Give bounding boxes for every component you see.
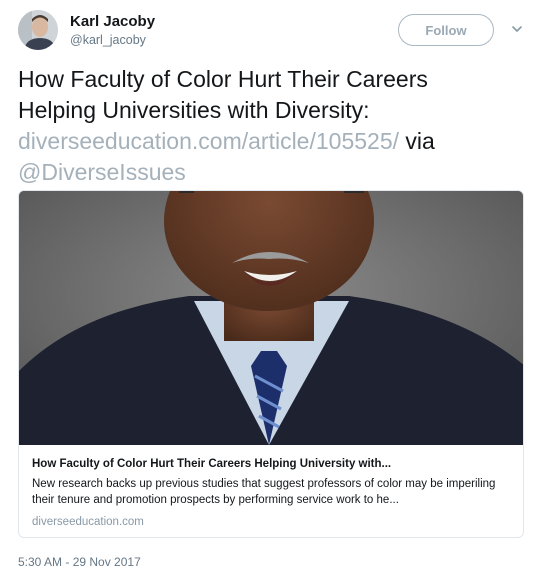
author-names: Karl Jacoby @karl_jacoby xyxy=(70,12,155,49)
display-name[interactable]: Karl Jacoby xyxy=(70,12,155,31)
mention-link[interactable]: @DiverseIssues xyxy=(18,159,186,185)
article-link[interactable]: diverseeducation.com/article/105525/ xyxy=(18,128,399,154)
card-title[interactable]: How Faculty of Color Hurt Their Careers … xyxy=(32,456,513,472)
card-domain: diverseeducation.com xyxy=(32,516,144,528)
tweet-header: Karl Jacoby @karl_jacoby Follow xyxy=(18,10,522,56)
user-handle[interactable]: @karl_jacoby xyxy=(70,31,155,49)
card-image xyxy=(19,191,523,445)
card-description: New research backs up previous studies t… xyxy=(32,478,496,506)
link-preview-card[interactable]: How Faculty of Color Hurt Their Careers … xyxy=(18,190,524,538)
avatar[interactable] xyxy=(18,10,58,50)
tweet-timestamp[interactable]: 5:30 AM - 29 Nov 2017 xyxy=(18,555,141,569)
tweet-text: How Faculty of Color Hurt Their Careers … xyxy=(18,64,508,188)
tweet-text-via: via xyxy=(399,128,435,154)
chevron-down-icon[interactable] xyxy=(510,22,524,36)
follow-button[interactable]: Follow xyxy=(398,14,494,46)
card-body: How Faculty of Color Hurt Their Careers … xyxy=(19,445,523,537)
tweet-text-body: How Faculty of Color Hurt Their Careers … xyxy=(18,66,428,123)
